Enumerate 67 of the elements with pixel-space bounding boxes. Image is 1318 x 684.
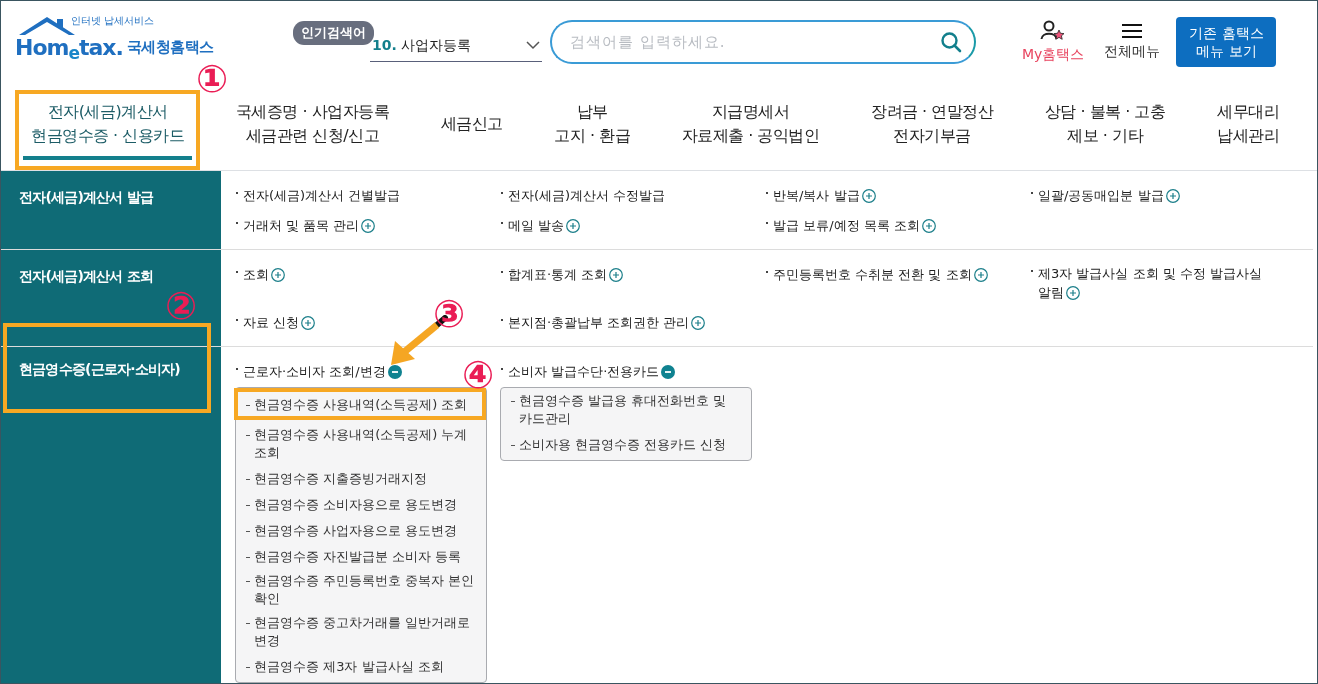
menu-icon [1121,23,1144,39]
nav-tab[interactable]: 세금신고 [432,105,511,148]
menu-link[interactable]: 자료 신청 [235,313,316,332]
expand-icon[interactable] [609,268,624,282]
menu-link[interactable]: 소비자 발급수단·전용카드 [500,362,676,381]
submenu-link[interactable]: 현금영수증 지출증빙거래지정 [246,470,428,488]
submenu-link[interactable]: 소비자용 현금영수증 전용카드 신청 [511,436,727,454]
menu-link[interactable]: 제3자 발급사실 조회 및 수정 발급사실 알림 [1030,264,1278,302]
menu-link[interactable]: 일괄/공동매입분 발급 [1030,186,1180,205]
menu-link[interactable]: 거래처 및 품목 관리 [235,216,376,235]
step-number: ③ [433,295,466,333]
expand-icon[interactable] [271,268,285,282]
legacy-menu-button[interactable]: 기존 홈택스 메뉴 보기 [1176,17,1277,67]
menu-link[interactable]: 발급 보류/예정 목록 조회 [765,216,936,235]
submenu-link[interactable]: 현금영수증 사용내역(소득공제) 누계 조회 [246,426,476,462]
step-number: ① [196,59,229,98]
expand-icon[interactable] [1165,189,1180,203]
step-number: ④ [462,356,495,394]
logo-tagline: 인터넷 납세서비스 [71,16,155,26]
menu-link[interactable]: 근로자·소비자 조회/변경 [235,362,402,381]
menu-link[interactable]: 전자(세금)계산서 수정발급 [500,186,666,205]
popular-search-dropdown[interactable]: 10. 사업자등록 [370,22,542,62]
collapse-icon[interactable] [387,365,402,379]
nav-tab[interactable]: 장려금 · 연말정산 전자기부금 [863,93,1002,160]
my-hometax-button[interactable]: My홈택스 [1022,20,1085,64]
expand-icon[interactable] [361,219,376,233]
menu-link[interactable]: 주민등록번호 수취분 전환 및 조회 [765,265,988,284]
all-menu-button[interactable]: 전체메뉴 [1104,23,1161,61]
step-number: ② [165,287,198,325]
submenu-link[interactable]: 현금영수증 제3자 발급사실 조회 [246,658,444,676]
menu-link[interactable]: 반복/복사 발급 [765,186,876,205]
menu-link[interactable]: 전자(세금)계산서 건별발급 [235,186,401,205]
menu-link[interactable]: 메일 발송 [500,216,581,235]
submenu-link[interactable]: 현금영수증 발급용 휴대전화번호 및 카드관리 [511,392,741,428]
nav-tab[interactable]: 전자(세금)계산서 현금영수증 · 신용카드 [23,93,193,160]
logo-wordmark[interactable]: Hom$_{e}$tax. [15,34,123,63]
section-heading: 전자(세금)계산서 조회 [19,268,154,284]
nav-tab[interactable]: 국세증명 · 사업자등록 세금관련 신청/신고 [227,93,398,160]
popular-search-badge: 인기검색어 [293,20,374,45]
submenu-link[interactable]: 현금영수증 사용내역(소득공제) 조회 [246,396,468,414]
collapse-icon[interactable] [661,365,676,379]
submenu-link[interactable]: 현금영수증 자진발급분 소비자 등록 [246,548,462,566]
expand-icon[interactable] [861,189,876,203]
user-star-icon [1040,20,1067,42]
submenu-link[interactable]: 현금영수증 사업자용으로 용도변경 [246,522,458,540]
expand-icon[interactable] [973,268,988,282]
search-icon[interactable] [940,31,962,53]
submenu-link[interactable]: 현금영수증 중고차거래를 일반거래로 변경 [246,614,476,650]
nav-tab[interactable]: 납부 고지 · 환급 [546,93,639,160]
nav-tab[interactable]: 세무대리 납세관리 [1209,93,1287,160]
menu-link[interactable]: 본지점·총괄납부 조회권한 관리 [500,313,706,332]
submenu-link[interactable]: 현금영수증 주민등록번호 중복자 본인확인 [246,572,476,608]
nav-tab[interactable]: 상담 · 불복 · 고충 제보 · 기타 [1036,93,1174,160]
nav-tab[interactable]: 지급명세서 자료제출 · 공익법인 [673,93,828,160]
menu-link[interactable]: 조회 [235,265,285,284]
expand-icon[interactable] [566,219,581,233]
expand-icon[interactable] [301,316,316,330]
section-heading: 전자(세금)계산서 발급 [19,189,154,205]
expand-icon[interactable] [1066,286,1080,300]
logo-name[interactable]: 국세청홈택스 [126,38,214,57]
expand-icon[interactable] [921,219,936,233]
expand-icon[interactable] [691,316,706,330]
search-field[interactable]: 검색어를 입력하세요. [550,20,976,64]
menu-link[interactable]: 합계표·통계 조회 [500,265,624,284]
chevron-down-icon [526,41,540,50]
section-heading: 현금영수증(근로자·소비자) [19,361,180,377]
submenu-link[interactable]: 현금영수증 소비자용으로 용도변경 [246,496,458,514]
